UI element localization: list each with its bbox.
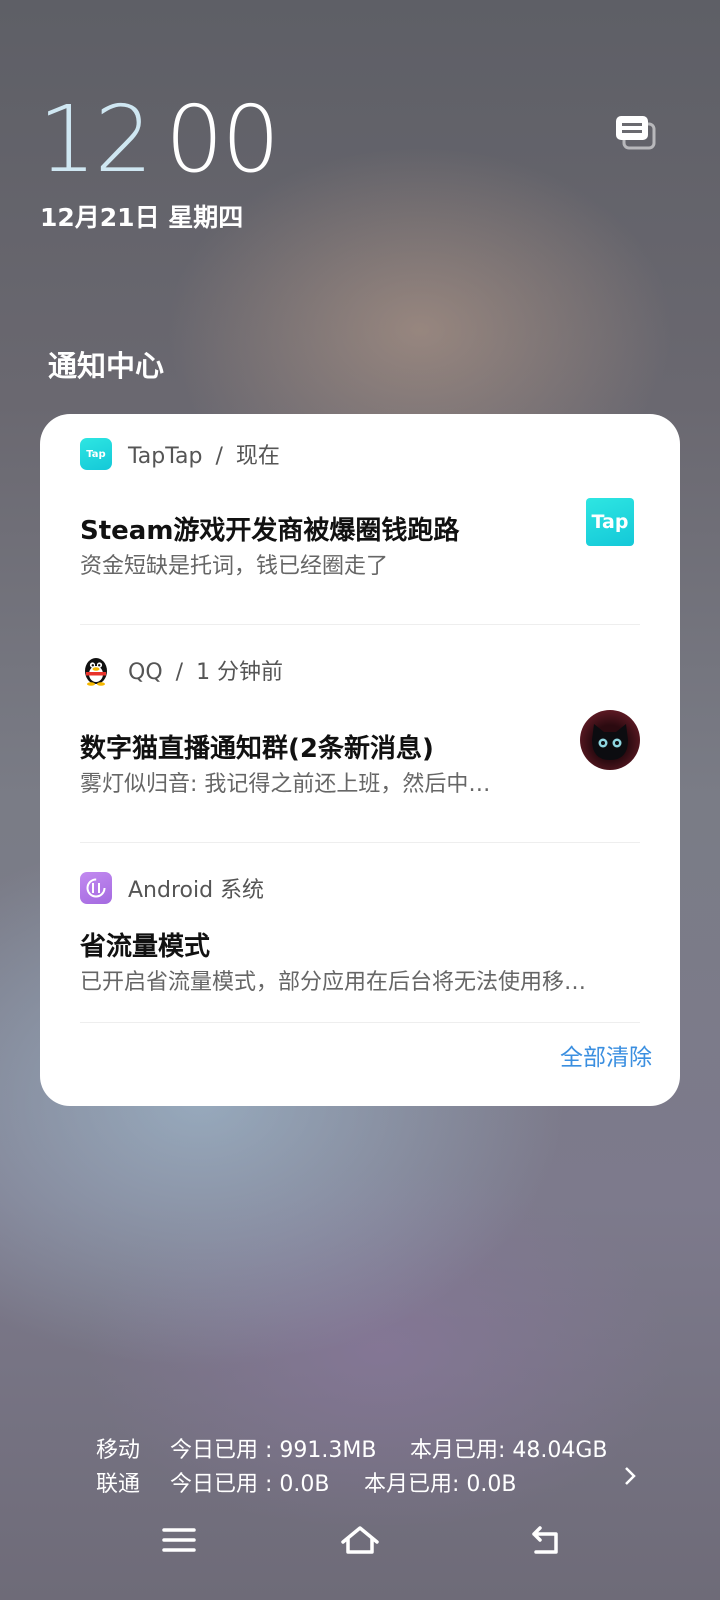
notification-header: QQ / 1 分钟前 (80, 654, 283, 686)
divider (80, 624, 640, 625)
clock-minute: 00 (165, 86, 280, 193)
notification-header: Tap TapTap / 现在 (80, 438, 280, 470)
notification-cards-icon[interactable] (614, 112, 660, 154)
data-usage-row[interactable]: 移动 今日已用 : 991.3MB 本月已用: 48.04GB (96, 1432, 608, 1464)
menu-icon[interactable] (158, 1522, 202, 1558)
data-usage-row[interactable]: 联通 今日已用 : 0.0B 本月已用: 0.0B (96, 1466, 517, 1498)
today-usage: 今日已用 : 0.0B (170, 1472, 330, 1497)
notification-body: 资金短缺是托词，钱已经圈走了 (80, 554, 389, 579)
carrier-label: 移动 (96, 1438, 141, 1463)
notification-android-system[interactable]: Android 系统 省流量模式 已开启省流量模式，部分应用在后台将无法使用移… (40, 854, 680, 1024)
notification-time: 1 分钟前 (196, 660, 284, 685)
notification-header: Android 系统 (80, 872, 264, 904)
month-usage: 本月已用: 48.04GB (410, 1438, 608, 1463)
notification-time: 现在 (235, 444, 280, 469)
taptap-logo: Tap (586, 498, 634, 546)
lockscreen-date: 12月21日 星期四 (40, 203, 244, 232)
clear-all-button[interactable]: 全部清除 (560, 1038, 652, 1072)
notification-body: 雾灯似归音: 我记得之前还上班，然后中… (80, 772, 491, 797)
back-icon[interactable] (526, 1522, 570, 1558)
notification-qq[interactable]: QQ / 1 分钟前 数字猫直播通知群(2条新消息) 雾灯似归音: 我记得之前还… (40, 636, 680, 846)
notification-meta: Android 系统 (128, 872, 264, 904)
notification-app: TapTap (128, 444, 203, 469)
notification-taptap[interactable]: Tap TapTap / 现在 Steam游戏开发商被爆圈钱跑路 资金短缺是托词… (40, 414, 680, 624)
black-cat-avatar (580, 710, 640, 770)
notification-card: Tap TapTap / 现在 Steam游戏开发商被爆圈钱跑路 资金短缺是托词… (40, 414, 680, 1106)
clock-hour: 12 (38, 86, 153, 193)
month-usage: 本月已用: 0.0B (364, 1472, 517, 1497)
carrier-label: 联通 (96, 1472, 141, 1497)
notification-center-title: 通知中心 (48, 349, 165, 383)
notification-title: 数字猫直播通知群(2条新消息) (80, 734, 434, 764)
notification-app: Android 系统 (128, 878, 265, 903)
chevron-right-icon[interactable] (622, 1464, 638, 1488)
data-saver-icon (80, 872, 112, 904)
notification-body: 已开启省流量模式，部分应用在后台将无法使用移… (80, 970, 587, 995)
taptap-icon: Tap (80, 438, 112, 470)
notification-app: QQ (128, 660, 163, 685)
home-icon[interactable] (338, 1522, 382, 1558)
qq-penguin-icon (80, 654, 112, 686)
divider (80, 1022, 640, 1023)
notification-meta: TapTap / 现在 (128, 444, 280, 469)
notification-title: 省流量模式 (80, 932, 211, 962)
notification-meta: QQ / 1 分钟前 (128, 660, 284, 685)
today-usage: 今日已用 : 991.3MB (170, 1438, 377, 1463)
notification-title: Steam游戏开发商被爆圈钱跑路 (80, 516, 460, 546)
divider (80, 842, 640, 843)
lockscreen-clock: 12 00 (38, 92, 280, 188)
